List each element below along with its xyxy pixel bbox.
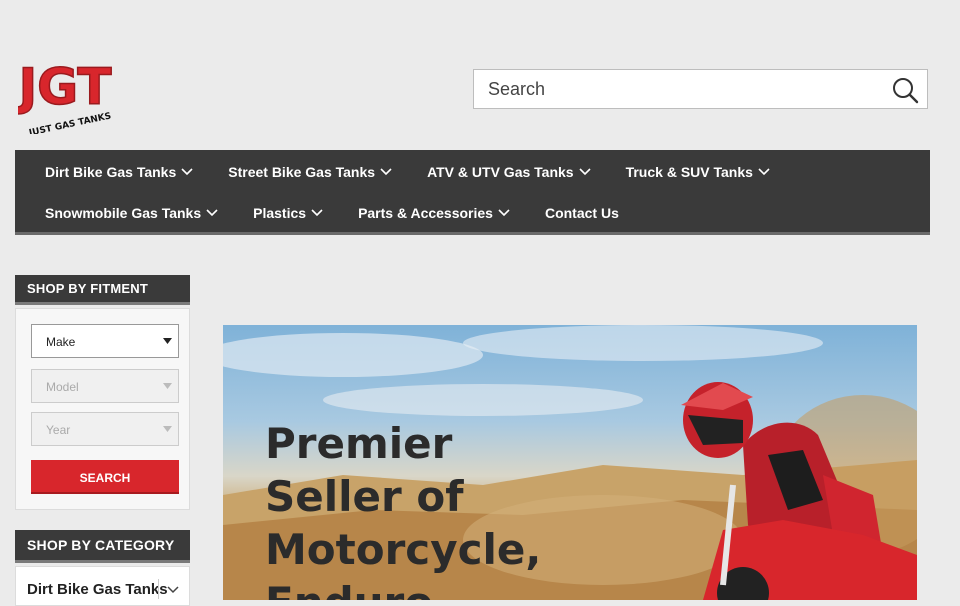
chevron-down-icon <box>163 383 172 389</box>
model-select-value: Model <box>46 380 79 394</box>
nav-item-label: Street Bike Gas Tanks <box>228 164 376 180</box>
chevron-down-icon <box>380 168 392 176</box>
fitment-heading: SHOP BY FITMENT <box>15 275 190 305</box>
chevron-down-icon <box>181 168 193 176</box>
fitment-search-button[interactable]: SEARCH <box>31 460 179 494</box>
category-list: Dirt Bike Gas Tanks <box>15 566 190 606</box>
chevron-down-icon <box>579 168 591 176</box>
chevron-down-icon <box>311 209 323 217</box>
year-select[interactable]: Year <box>31 412 179 446</box>
search-icon[interactable] <box>891 76 919 104</box>
chevron-down-icon <box>758 168 770 176</box>
nav-item-contact-us[interactable]: Contact Us <box>545 202 619 224</box>
nav-item-label: Contact Us <box>544 205 619 221</box>
nav-item-parts-accessories[interactable]: Parts & Accessories <box>358 202 511 224</box>
chevron-down-icon[interactable] <box>166 585 180 595</box>
category-heading: SHOP BY CATEGORY <box>15 530 190 563</box>
main-nav: Dirt Bike Gas Tanks Street Bike Gas Tank… <box>15 150 930 235</box>
search-bar <box>473 69 928 109</box>
chevron-down-icon <box>163 426 172 432</box>
hero-title-line: Enduro <box>265 576 625 600</box>
nav-item-snowmobile-gas-tanks[interactable]: Snowmobile Gas Tanks <box>45 202 219 224</box>
search-input[interactable] <box>474 70 902 108</box>
chevron-down-icon <box>498 209 510 217</box>
year-select-value: Year <box>46 423 71 437</box>
nav-item-atv-utv-gas-tanks[interactable]: ATV & UTV Gas Tanks <box>427 161 592 183</box>
nav-item-label: Parts & Accessories <box>358 205 493 221</box>
nav-item-label: Plastics <box>253 205 307 221</box>
nav-item-truck-suv-tanks[interactable]: Truck & SUV Tanks <box>626 161 771 183</box>
make-select[interactable]: Make <box>31 324 179 358</box>
model-select[interactable]: Model <box>31 369 179 403</box>
nav-item-label: Snowmobile Gas Tanks <box>45 205 202 221</box>
nav-row-2: Snowmobile Gas Tanks Plastics Parts & Ac… <box>45 202 653 224</box>
hero-title-line: Motorcycle, <box>265 525 542 574</box>
divider <box>158 579 159 599</box>
nav-item-label: Dirt Bike Gas Tanks <box>45 164 177 180</box>
nav-item-label: Truck & SUV Tanks <box>625 164 753 180</box>
category-item-dirt-bike-gas-tanks[interactable]: Dirt Bike Gas Tanks <box>27 581 168 598</box>
hero-banner[interactable]: Premier Seller of Motorcycle, Enduro <box>223 325 917 600</box>
nav-row-1: Dirt Bike Gas Tanks Street Bike Gas Tank… <box>45 161 805 183</box>
logo-mark: JGT <box>18 58 111 116</box>
hero-title-line: Seller of <box>265 472 464 521</box>
nav-item-plastics[interactable]: Plastics <box>253 202 324 224</box>
hero-title-line: Premier <box>265 419 453 468</box>
nav-item-dirt-bike-gas-tanks[interactable]: Dirt Bike Gas Tanks <box>45 161 194 183</box>
nav-item-street-bike-gas-tanks[interactable]: Street Bike Gas Tanks <box>228 161 393 183</box>
site-logo[interactable]: JGT JUST GAS TANKS <box>18 42 113 134</box>
make-select-value: Make <box>46 335 76 349</box>
nav-item-label: ATV & UTV Gas Tanks <box>427 164 574 180</box>
chevron-down-icon <box>206 209 218 217</box>
hero-title: Premier Seller of Motorcycle, Enduro <box>265 417 625 600</box>
fitment-panel: Make Model Year SEARCH <box>15 308 190 510</box>
chevron-down-icon <box>163 338 172 344</box>
